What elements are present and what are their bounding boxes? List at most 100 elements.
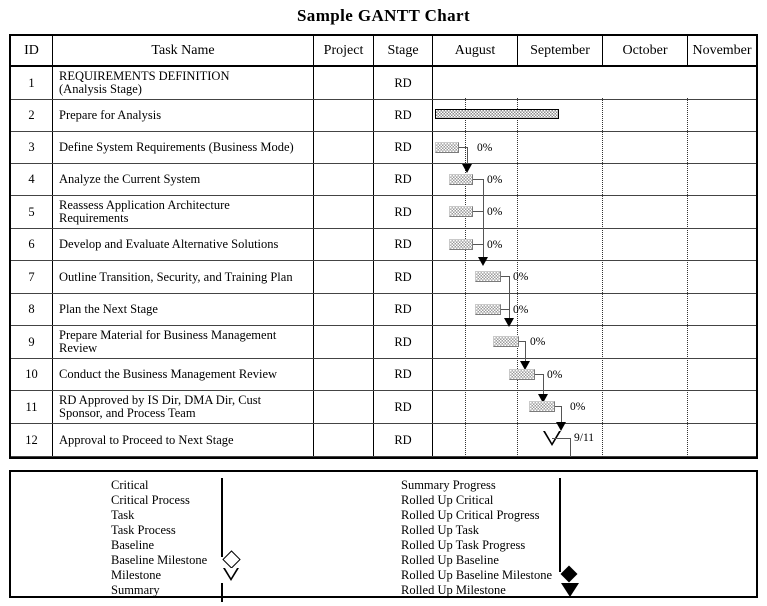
cell-project	[314, 326, 373, 358]
header-divider	[517, 36, 518, 65]
progress-label: 0%	[547, 369, 563, 381]
cell-stage: RD	[394, 140, 412, 154]
dependency-arrow	[556, 422, 566, 431]
legend-swatch-rolled-up-critical-progress	[559, 508, 561, 527]
column-header-october: October	[622, 43, 668, 58]
link-line	[525, 341, 526, 363]
cell-stage: RD	[394, 204, 412, 219]
legend-swatch-rolled-up-baseline	[559, 553, 561, 572]
legend-label: Task Process	[111, 523, 176, 537]
cell-id: 1	[28, 75, 35, 90]
gantt-bar-task-5[interactable]	[449, 239, 473, 250]
legend-label: Milestone	[111, 568, 161, 582]
legend-swatch-task-process	[221, 523, 223, 542]
header-divider	[602, 36, 603, 65]
cell-project	[314, 424, 373, 456]
cell-project	[314, 164, 373, 195]
legend-label: Summary Progress	[401, 478, 496, 492]
page-title: Sample GANTT Chart	[296, 6, 471, 25]
gantt-bar-task-3[interactable]	[449, 174, 473, 185]
progress-label: 0%	[477, 142, 493, 154]
column-header-september: September	[530, 43, 590, 58]
cell-task-name: Develop and Evaluate Alternative Solutio…	[59, 237, 279, 251]
cell-stage: RD	[394, 302, 412, 316]
gantt-bar-summary-1[interactable]	[435, 109, 559, 119]
cell-id: 6	[28, 237, 35, 251]
gantt-chart-table: ID Task Name Project Stage August Septem…	[9, 34, 758, 459]
legend-label: Rolled Up Milestone	[401, 583, 506, 597]
legend-swatch-summary-progress	[559, 478, 561, 497]
cell-id: 8	[28, 302, 35, 316]
gridline-november	[687, 98, 689, 457]
legend-swatch-task	[221, 508, 223, 527]
cell-id: 7	[28, 269, 35, 284]
cell-project	[314, 294, 373, 325]
legend-label: Critical	[111, 478, 149, 492]
legend-swatch-critical	[221, 478, 223, 497]
cell-task-name: Approval to Proceed to Next Stage	[59, 432, 234, 447]
cell-id: 5	[28, 204, 35, 219]
link-line	[570, 438, 571, 457]
column-header-id: ID	[24, 43, 39, 58]
cell-id: 9	[28, 334, 35, 349]
progress-label: 0%	[513, 304, 529, 316]
cell-stage: RD	[394, 172, 412, 186]
cell-task-name: Prepare Material for Business Management…	[59, 328, 277, 355]
legend-panel: Critical Critical Process Task Task Proc…	[9, 470, 758, 602]
legend-swatch-milestone-icon	[221, 567, 247, 583]
legend-label: Rolled Up Baseline	[401, 553, 499, 567]
legend-swatch-summary	[221, 583, 223, 602]
cell-project	[314, 229, 373, 260]
gantt-bar-task-10[interactable]	[529, 401, 555, 412]
gridline-october	[602, 98, 604, 457]
cell-stage: RD	[394, 269, 412, 284]
progress-label: 0%	[530, 336, 546, 348]
cell-stage: RD	[394, 399, 412, 414]
header-divider	[313, 36, 314, 65]
legend-label: Rolled Up Baseline Milestone	[401, 568, 553, 582]
cell-task-name: RD Approved by IS Dir, DMA Dir, Cust Spon…	[59, 393, 262, 420]
legend-swatch-rolled-up-task	[559, 523, 561, 542]
dependency-arrow	[462, 164, 472, 173]
legend-swatch-rolled-up-critical	[559, 493, 561, 512]
table-header-row: ID Task Name Project Stage August Septem…	[11, 36, 756, 67]
column-header-project: Project	[323, 43, 364, 58]
column-header-stage: Stage	[387, 43, 419, 58]
milestone-label: 9/11	[574, 432, 595, 444]
gantt-bar-task-8[interactable]	[493, 336, 519, 347]
header-divider	[687, 36, 688, 65]
legend-label: Rolled Up Critical	[401, 493, 494, 507]
progress-label: 0%	[487, 174, 503, 186]
legend-swatch-rolled-up-milestone-icon	[559, 582, 585, 598]
legend-label: Rolled Up Task Progress	[401, 538, 526, 552]
progress-label: 0%	[513, 271, 529, 283]
link-line	[483, 179, 484, 259]
legend-swatch-baseline-milestone-icon	[221, 550, 247, 569]
cell-task-name: Prepare for Analysis	[59, 108, 162, 122]
cell-stage: RD	[394, 432, 412, 447]
legend-label: Critical Process	[111, 493, 190, 507]
link-line	[552, 438, 570, 439]
link-line	[473, 179, 483, 180]
cell-task-name: Plan the Next Stage	[59, 302, 158, 316]
cell-id: 12	[25, 432, 38, 447]
legend-swatch-rolled-up-baseline-milestone-icon	[559, 565, 585, 583]
link-line	[459, 147, 467, 148]
column-header-november: November	[692, 43, 752, 58]
link-line	[501, 309, 509, 310]
cell-project	[314, 100, 373, 131]
gantt-bar-task-9[interactable]	[509, 369, 535, 380]
progress-label: 0%	[487, 206, 503, 218]
cell-id: 3	[28, 140, 35, 154]
dependency-arrow	[478, 257, 488, 266]
cell-id: 2	[28, 108, 35, 122]
gantt-bar-task-4[interactable]	[449, 206, 473, 217]
gantt-bar-task-7[interactable]	[475, 304, 501, 315]
gantt-bar-task-2[interactable]	[435, 142, 459, 153]
column-header-task-name: Task Name	[151, 43, 215, 58]
cell-stage: RD	[394, 108, 412, 122]
table-row[interactable]: 1 REQUIREMENTS DEFINITION (Analysis Stage…	[11, 67, 756, 100]
link-line	[473, 244, 483, 245]
cell-stage: RD	[394, 334, 412, 349]
gantt-bar-task-6[interactable]	[475, 271, 501, 282]
